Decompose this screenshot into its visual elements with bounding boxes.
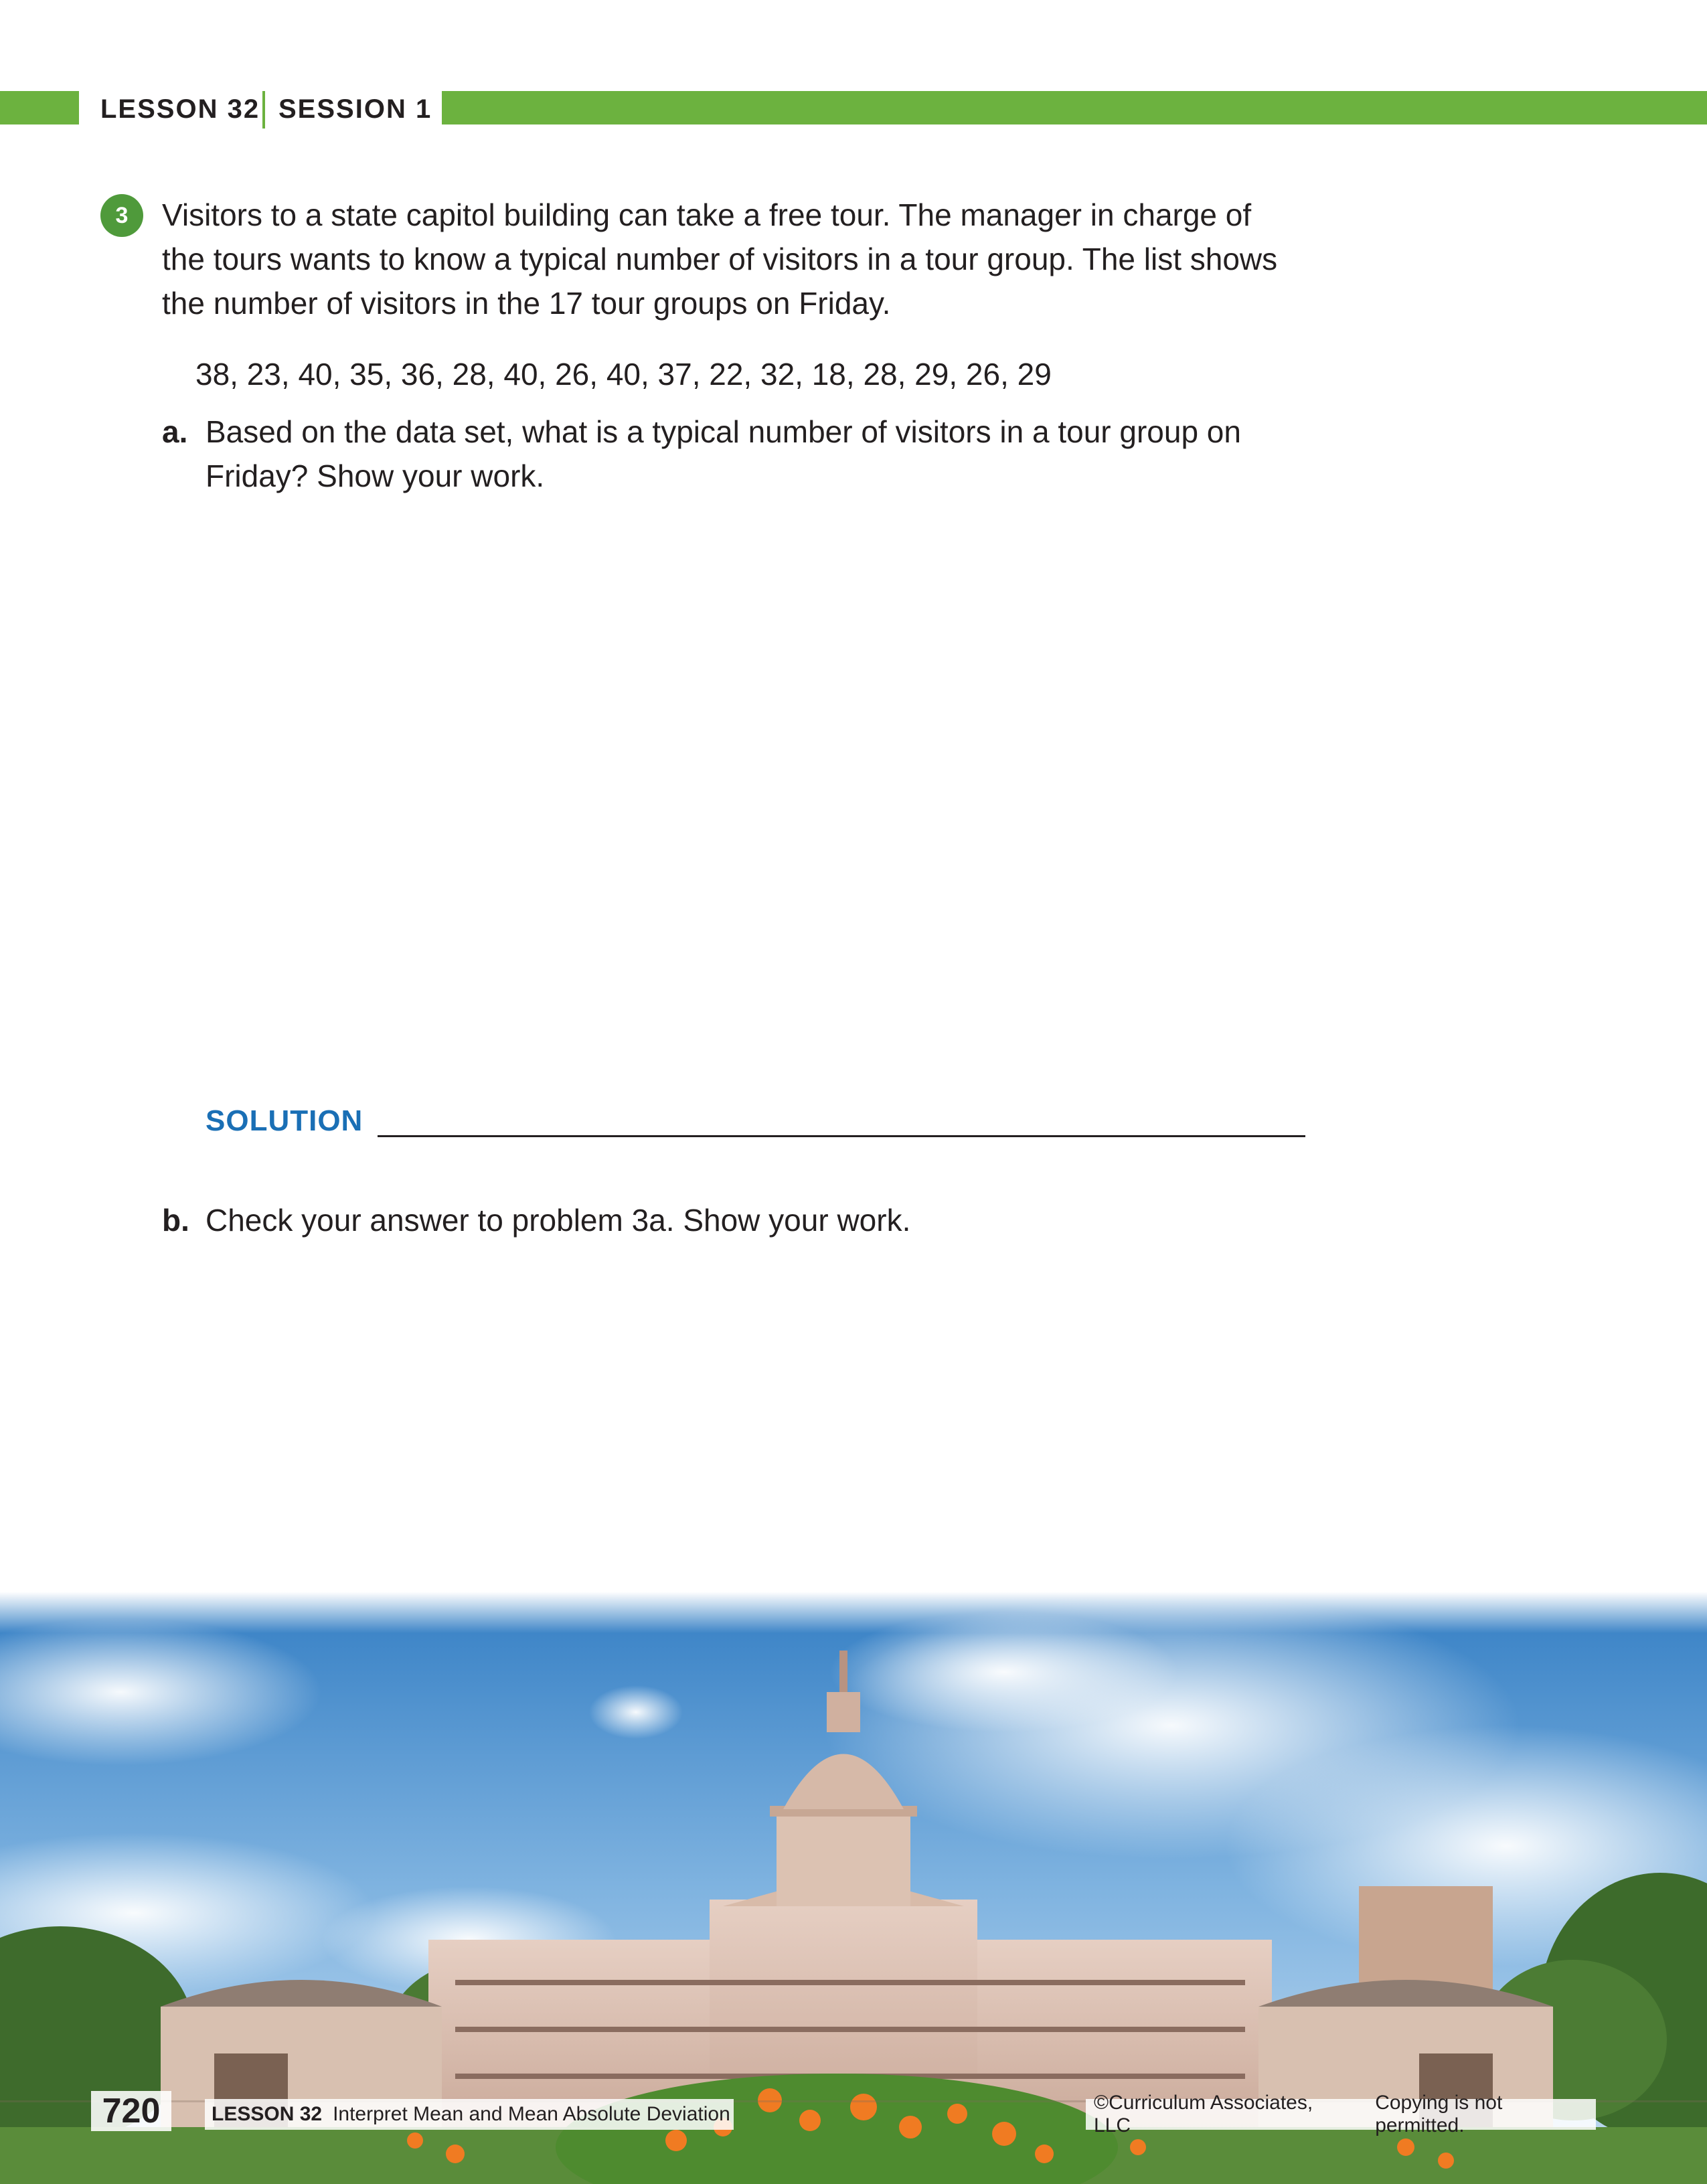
header-bar-left [0, 91, 79, 124]
footer-lesson-title: Interpret Mean and Mean Absolute Deviati… [333, 2103, 730, 2125]
footer-copyright-box: ©Curriculum Associates, LLC Copying is n… [1086, 2092, 1596, 2136]
solution-label: SOLUTION [206, 1104, 363, 1137]
data-list: 38, 23, 40, 35, 36, 28, 40, 26, 40, 37, … [195, 357, 1052, 392]
problem-intro-line-2: the tours wants to know a typical number… [162, 242, 1278, 276]
problem-number-badge: 3 [100, 194, 143, 237]
page-number: 720 [91, 2091, 171, 2131]
part-b-work-area[interactable] [162, 1258, 1307, 1580]
problem-intro-line-1: Visitors to a state capitol building can… [162, 197, 1252, 232]
solution-answer-line[interactable] [378, 1135, 1305, 1137]
footer-copyright: ©Curriculum Associates, LLC [1094, 2092, 1313, 2136]
part-a-line-1: Based on the data set, what is a typical… [206, 414, 1241, 449]
part-a-label: a. [162, 414, 188, 449]
header-bar-right [442, 91, 1707, 124]
session-label: SESSION 1 [278, 94, 432, 124]
header-divider [262, 91, 265, 129]
footer-lesson-label: LESSON 32 [212, 2103, 323, 2125]
part-a-work-area[interactable] [162, 509, 1307, 1091]
part-b-label: b. [162, 1203, 189, 1238]
part-a-line-2: Friday? Show your work. [206, 458, 545, 493]
part-b-text: Check your answer to problem 3a. Show yo… [206, 1203, 911, 1238]
footer-lesson-box: LESSON 32 Interpret Mean and Mean Absolu… [205, 2099, 734, 2130]
footer-notice: Copying is not permitted. [1375, 2092, 1503, 2136]
lesson-label: LESSON 32 [100, 94, 260, 124]
problem-intro-line-3: the number of visitors in the 17 tour gr… [162, 286, 891, 321]
